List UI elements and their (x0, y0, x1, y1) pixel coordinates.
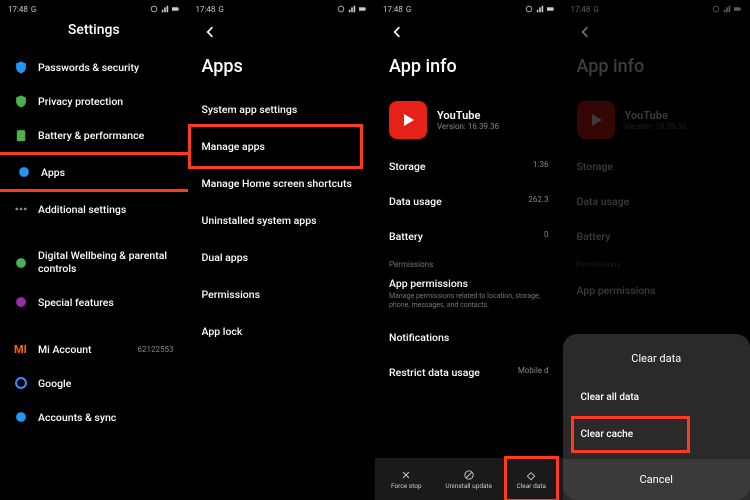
item-dual-apps[interactable]: Dual apps (188, 239, 376, 276)
item-special[interactable]: Special features (0, 285, 188, 319)
dialog-cancel[interactable]: Cancel (563, 459, 750, 500)
signal-icon (348, 5, 356, 13)
row-data-usage[interactable]: Data usage262.3 (375, 184, 563, 219)
battery-perf-icon (14, 128, 28, 142)
app-version: Version: 16.39.36 (437, 122, 499, 131)
row-restrict-data[interactable]: Restrict data usageMobile d (375, 355, 563, 390)
item-manage-home-shortcuts[interactable]: Manage Home screen shortcuts (188, 165, 376, 202)
eraser-icon (525, 469, 537, 481)
action-clear-data[interactable]: Clear data (500, 458, 563, 500)
panel-app-info: 17:48G App info YouTube Version: 16.39.3… (375, 0, 563, 500)
signal-icon (161, 5, 169, 13)
item-wellbeing[interactable]: Digital Wellbeing & parental controls (0, 240, 188, 285)
app-header: YouTube Version: 16.39.36 (375, 91, 563, 149)
status-bar: 17:48G (188, 0, 376, 18)
item-privacy[interactable]: Privacy protection (0, 84, 188, 118)
apps-icon (17, 165, 31, 179)
item-uninstalled-system[interactable]: Uninstalled system apps (188, 202, 376, 239)
alarm-icon (150, 5, 158, 13)
net: G (31, 5, 36, 14)
row-storage[interactable]: Storage1.36 (375, 149, 563, 184)
settings-list: Passwords & security Privacy protection … (0, 50, 188, 434)
panel-clear-dialog: 17:48G App info YouTube Version: 16.39.3… (563, 0, 750, 500)
panel-apps: 17:48G Apps System app settings Manage a… (188, 0, 376, 500)
alarm-icon (337, 5, 345, 13)
item-google[interactable]: Google (0, 366, 188, 400)
dialog-clear-all[interactable]: Clear all data (563, 379, 750, 416)
item-mi-account[interactable]: MI Mi Account 62122553 (0, 333, 188, 366)
app-name: YouTube (437, 109, 499, 122)
page-title: Settings (0, 18, 188, 50)
mi-logo-icon: MI (14, 343, 28, 356)
dialog-clear-cache[interactable]: Clear cache (563, 416, 750, 453)
battery-icon (547, 5, 555, 13)
row-app-permissions[interactable]: App permissions Manage permissions relat… (375, 273, 563, 320)
row-notifications[interactable]: Notifications (375, 320, 563, 355)
item-apps[interactable]: Apps (0, 152, 188, 192)
more-icon (14, 202, 28, 216)
item-app-lock[interactable]: App lock (188, 313, 376, 350)
sync-icon (14, 410, 28, 424)
item-accounts-sync[interactable]: Accounts & sync (0, 400, 188, 434)
block-icon (463, 469, 475, 481)
status-bar: 17:48G (0, 0, 188, 18)
time: 17:48 (8, 5, 28, 14)
lock-icon (14, 94, 28, 108)
battery-icon (359, 5, 367, 13)
google-icon (14, 376, 28, 390)
item-system-app-settings[interactable]: System app settings (188, 91, 376, 128)
action-force-stop[interactable]: Force stop (375, 458, 438, 500)
row-battery[interactable]: Battery0 (375, 219, 563, 254)
bottom-actions: Force stop Uninstall update Clear data (375, 458, 563, 500)
panel-settings: 17:48G Settings Passwords & security Pri… (0, 0, 188, 500)
wellbeing-icon (14, 256, 28, 270)
back-icon[interactable] (389, 24, 405, 40)
back-icon[interactable] (202, 24, 218, 40)
signal-icon (536, 5, 544, 13)
item-passwords[interactable]: Passwords & security (0, 50, 188, 84)
item-permissions[interactable]: Permissions (188, 276, 376, 313)
battery-icon (172, 5, 180, 13)
clear-data-dialog: Clear data Clear all data Clear cache Ca… (563, 334, 750, 500)
page-title: App info (375, 46, 563, 91)
alarm-icon (525, 5, 533, 13)
star-icon (14, 295, 28, 309)
action-uninstall[interactable]: Uninstall update (438, 458, 501, 500)
youtube-icon (389, 101, 427, 139)
page-title: Apps (188, 46, 376, 91)
item-manage-apps[interactable]: Manage apps (188, 128, 376, 165)
section-permissions: Permissions (375, 254, 563, 273)
shield-icon (14, 60, 28, 74)
item-additional[interactable]: Additional settings (0, 192, 188, 226)
close-icon (400, 469, 412, 481)
status-bar: 17:48G (375, 0, 563, 18)
item-battery[interactable]: Battery & performance (0, 118, 188, 152)
apps-menu: System app settings Manage apps Manage H… (188, 91, 376, 350)
dialog-title: Clear data (563, 346, 750, 379)
